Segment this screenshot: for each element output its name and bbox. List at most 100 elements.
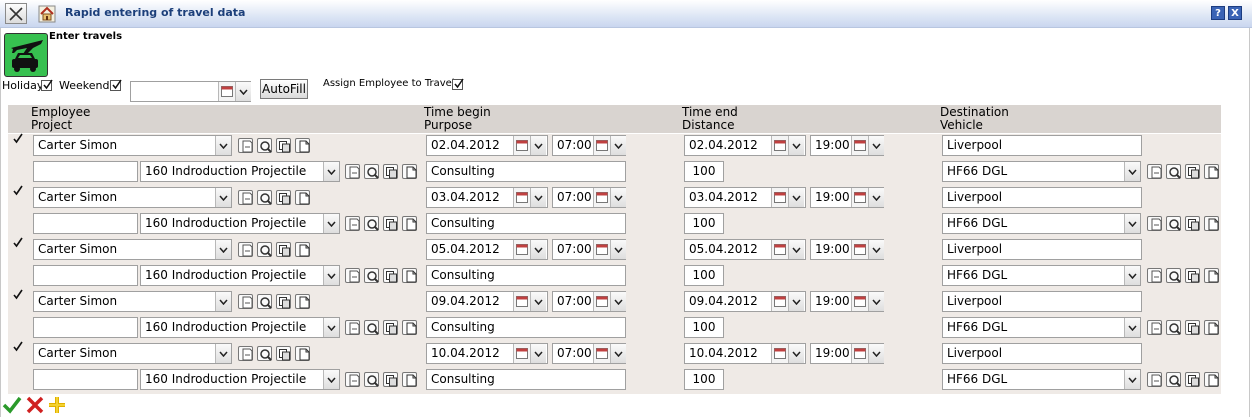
project-details-button[interactable]: [402, 268, 417, 283]
project-code-input[interactable]: [33, 265, 138, 286]
project-copy-button[interactable]: [383, 372, 398, 387]
begin-time-dropdown-button[interactable]: [610, 136, 626, 155]
vehicle-copy-button[interactable]: [1185, 164, 1200, 179]
project-dropdown-arrow[interactable]: [323, 318, 339, 337]
project-search-button[interactable]: [364, 372, 379, 387]
end-time-dropdown-button[interactable]: [868, 292, 884, 311]
vehicle-details-button[interactable]: [1204, 216, 1219, 231]
purpose-input[interactable]: Consulting: [426, 369, 626, 390]
project-select[interactable]: 160 Indroduction Projectile: [140, 317, 340, 338]
purpose-input[interactable]: Consulting: [426, 265, 626, 286]
end-date-calendar-button[interactable]: [771, 344, 788, 363]
project-new-button[interactable]: [345, 320, 360, 335]
project-copy-button[interactable]: [383, 216, 398, 231]
end-date-dropdown-button[interactable]: [788, 136, 804, 155]
holiday-checkbox[interactable]: [41, 79, 53, 91]
project-details-button[interactable]: [402, 320, 417, 335]
vehicle-dropdown-arrow[interactable]: [1124, 162, 1140, 181]
employee-search-button[interactable]: [257, 138, 272, 153]
purpose-input[interactable]: Consulting: [426, 213, 626, 234]
employee-select[interactable]: Carter Simon: [33, 239, 232, 260]
end-date-calendar-button[interactable]: [771, 240, 788, 259]
project-new-button[interactable]: [345, 372, 360, 387]
row-select-checkbox[interactable]: [12, 341, 23, 354]
project-code-input[interactable]: [33, 161, 138, 182]
vehicle-copy-button[interactable]: [1185, 320, 1200, 335]
row-select-checkbox[interactable]: [12, 133, 23, 146]
vehicle-details-button[interactable]: [1204, 372, 1219, 387]
employee-details-button[interactable]: [295, 294, 310, 309]
employee-select[interactable]: Carter Simon: [33, 343, 232, 364]
vehicle-new-button[interactable]: [1147, 268, 1162, 283]
end-time-dropdown-button[interactable]: [868, 240, 884, 259]
vehicle-copy-button[interactable]: [1185, 216, 1200, 231]
save-button[interactable]: [2, 395, 22, 415]
begin-date-dropdown-button[interactable]: [530, 344, 546, 363]
end-time-calendar-button[interactable]: [851, 344, 868, 363]
employee-new-button[interactable]: [238, 294, 253, 309]
begin-date-calendar-button[interactable]: [513, 136, 530, 155]
vehicle-new-button[interactable]: [1147, 320, 1162, 335]
project-search-button[interactable]: [364, 216, 379, 231]
employee-select[interactable]: Carter Simon: [33, 135, 232, 156]
begin-date-calendar-button[interactable]: [513, 188, 530, 207]
vehicle-new-button[interactable]: [1147, 372, 1162, 387]
vehicle-search-button[interactable]: [1166, 268, 1181, 283]
project-dropdown-arrow[interactable]: [323, 214, 339, 233]
begin-date-dropdown-button[interactable]: [530, 188, 546, 207]
calendar-button[interactable]: [218, 82, 235, 101]
vehicle-dropdown-arrow[interactable]: [1124, 214, 1140, 233]
begin-time-dropdown-button[interactable]: [610, 292, 626, 311]
project-select[interactable]: 160 Indroduction Projectile: [140, 369, 340, 390]
enter-travels-button[interactable]: [4, 33, 48, 77]
project-copy-button[interactable]: [383, 268, 398, 283]
employee-copy-button[interactable]: [276, 346, 291, 361]
project-details-button[interactable]: [402, 372, 417, 387]
end-time-calendar-button[interactable]: [851, 240, 868, 259]
employee-dropdown-arrow[interactable]: [215, 188, 231, 207]
destination-input[interactable]: Liverpool: [942, 135, 1142, 156]
autofill-button[interactable]: AutoFill: [260, 79, 308, 99]
row-select-checkbox[interactable]: [12, 185, 23, 198]
vehicle-select[interactable]: HF66 DGL: [942, 317, 1141, 338]
begin-time-dropdown-button[interactable]: [610, 344, 626, 363]
end-time-dropdown-button[interactable]: [868, 188, 884, 207]
project-select[interactable]: 160 Indroduction Projectile: [140, 161, 340, 182]
vehicle-select[interactable]: HF66 DGL: [942, 161, 1141, 182]
distance-input[interactable]: 100: [684, 213, 724, 234]
destination-input[interactable]: Liverpool: [942, 239, 1142, 260]
purpose-input[interactable]: Consulting: [426, 317, 626, 338]
employee-dropdown-arrow[interactable]: [215, 240, 231, 259]
begin-date-calendar-button[interactable]: [513, 292, 530, 311]
distance-input[interactable]: 100: [684, 265, 724, 286]
vehicle-details-button[interactable]: [1204, 268, 1219, 283]
project-select[interactable]: 160 Indroduction Projectile: [140, 213, 340, 234]
assign-employee-checkbox[interactable]: [452, 78, 464, 90]
end-date-calendar-button[interactable]: [771, 136, 788, 155]
project-dropdown-arrow[interactable]: [323, 162, 339, 181]
project-details-button[interactable]: [402, 164, 417, 179]
end-time-calendar-button[interactable]: [851, 188, 868, 207]
employee-new-button[interactable]: [238, 242, 253, 257]
close-window-button[interactable]: X: [1228, 6, 1242, 20]
vehicle-search-button[interactable]: [1166, 216, 1181, 231]
begin-time-calendar-button[interactable]: [593, 344, 610, 363]
vehicle-copy-button[interactable]: [1185, 268, 1200, 283]
end-date-calendar-button[interactable]: [771, 188, 788, 207]
end-time-dropdown-button[interactable]: [868, 344, 884, 363]
begin-time-calendar-button[interactable]: [593, 240, 610, 259]
vehicle-select[interactable]: HF66 DGL: [942, 265, 1141, 286]
vehicle-details-button[interactable]: [1204, 320, 1219, 335]
project-new-button[interactable]: [345, 268, 360, 283]
project-code-input[interactable]: [33, 317, 138, 338]
employee-new-button[interactable]: [238, 138, 253, 153]
end-time-dropdown-button[interactable]: [868, 136, 884, 155]
window-close-button[interactable]: [5, 3, 27, 24]
help-button[interactable]: ?: [1211, 6, 1225, 20]
employee-copy-button[interactable]: [276, 138, 291, 153]
end-date-dropdown-button[interactable]: [788, 292, 804, 311]
end-date-dropdown-button[interactable]: [788, 240, 804, 259]
cancel-button[interactable]: [25, 395, 45, 415]
end-time-calendar-button[interactable]: [851, 292, 868, 311]
begin-date-calendar-button[interactable]: [513, 344, 530, 363]
